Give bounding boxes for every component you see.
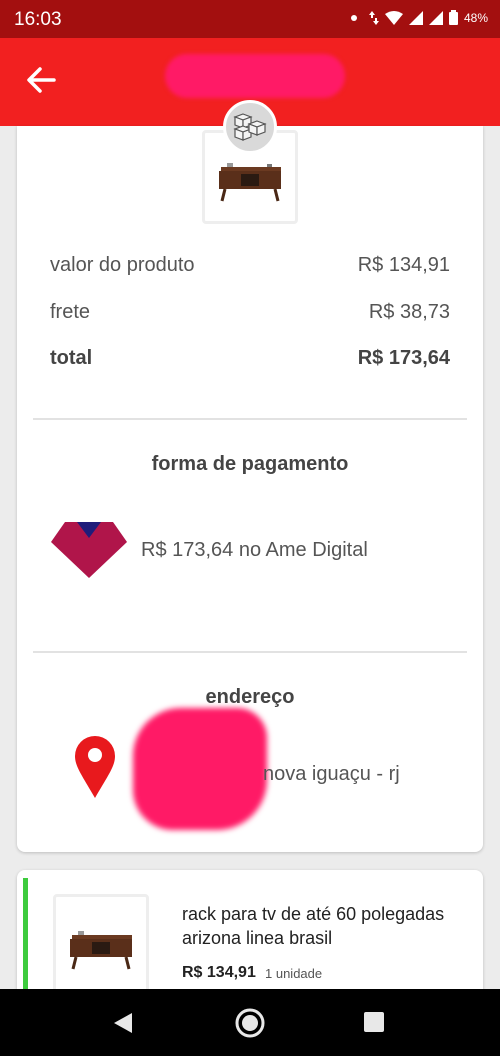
product-value: R$ 134,91 <box>357 254 450 276</box>
ame-digital-icon <box>51 522 127 578</box>
system-nav-bar <box>0 989 500 1056</box>
nav-back-icon[interactable] <box>112 1011 134 1035</box>
divider <box>33 651 467 653</box>
status-bar: 16:03 48% <box>0 0 500 38</box>
tv-rack-image <box>70 931 132 970</box>
item-name[interactable]: rack para tv de até 60 polegadas arizona… <box>182 902 462 950</box>
order-summary-card: valor do produto R$ 134,91 frete R$ 38,7… <box>17 100 483 852</box>
nav-recents-icon[interactable] <box>364 1012 384 1032</box>
notification-dot-icon <box>350 14 357 21</box>
battery-percent: 48% <box>463 10 488 25</box>
tv-rack-image <box>219 163 281 202</box>
nav-home-icon[interactable] <box>234 1007 266 1039</box>
shipping-value: R$ 38,73 <box>368 301 450 323</box>
battery-icon <box>448 10 458 25</box>
page-title-redacted <box>165 54 345 98</box>
arrow-left-icon <box>27 67 56 93</box>
data-arrows-icon <box>368 10 379 25</box>
signal-icon <box>408 10 423 25</box>
shipping-row: frete R$ 38,73 <box>50 301 450 324</box>
item-thumbnail[interactable] <box>53 894 149 1000</box>
divider <box>33 418 467 420</box>
product-value-row: valor do produto R$ 134,91 <box>50 254 450 277</box>
item-status-accent <box>23 878 28 1000</box>
package-badge <box>223 100 277 154</box>
total-row: total R$ 173,64 <box>50 347 450 370</box>
product-value-label: valor do produto <box>50 254 195 276</box>
payment-section-title: forma de pagamento <box>151 453 349 475</box>
address-redacted <box>133 708 267 830</box>
status-icons: 48% <box>350 10 488 25</box>
payment-text: R$ 173,64 no Ame Digital <box>141 539 368 561</box>
item-price: R$ 134,91 <box>182 964 256 981</box>
shipping-label: frete <box>50 301 91 323</box>
back-button[interactable] <box>22 60 62 100</box>
boxes-icon <box>233 113 267 141</box>
total-value: R$ 173,64 <box>357 347 450 369</box>
wifi-icon <box>384 10 403 25</box>
address-city: nova iguaçu - rj <box>263 763 400 785</box>
signal-icon-2 <box>428 10 443 25</box>
total-label: total <box>50 347 93 369</box>
status-time: 16:03 <box>14 9 62 30</box>
address-section-title: endereço <box>205 686 295 708</box>
item-quantity: 1 unidade <box>265 966 323 981</box>
item-card[interactable]: rack para tv de até 60 polegadas arizona… <box>17 870 483 1000</box>
location-pin-icon <box>75 736 115 798</box>
